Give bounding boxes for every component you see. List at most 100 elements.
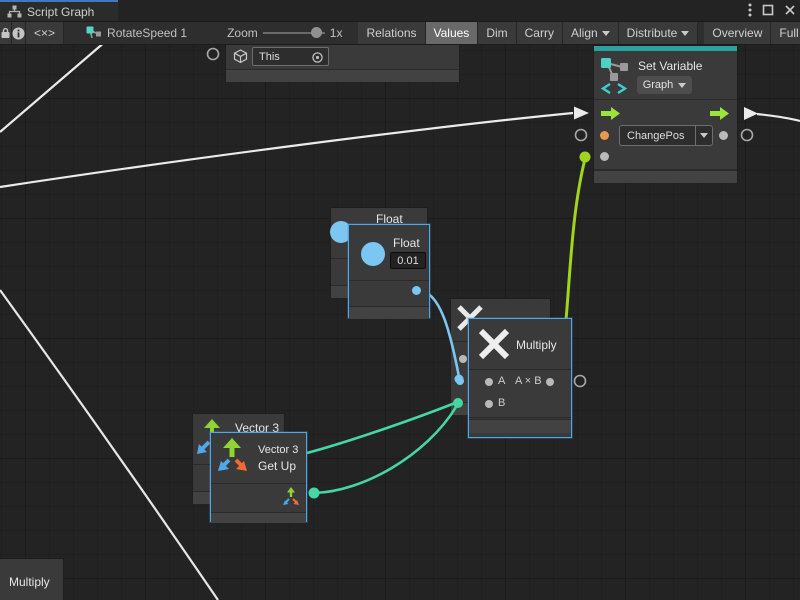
toolbar-button-dim[interactable]: Dim [478,22,516,44]
close-icon[interactable] [784,4,796,16]
node-title: Set Variable [638,59,702,73]
node-footer [211,512,306,523]
control-input-arrow[interactable] [601,107,621,120]
float-icon [361,242,385,266]
this-object-field[interactable]: This [252,47,329,66]
connection-lime-endpoint [580,152,591,163]
node-set-variable[interactable]: Set Variable Graph ChangePos [593,45,738,183]
button-label: Full Screen [779,26,800,40]
chevron-down-icon [602,31,610,36]
node-title: Multiply [9,575,50,589]
port-a-label: A [498,375,505,387]
separator [469,417,571,418]
node-footer [469,419,571,433]
menu-icon[interactable] [748,3,752,17]
node-float[interactable]: Float 0.01 [348,224,430,318]
variable-name-dropdown[interactable] [695,125,713,146]
variable-scope-dropdown[interactable]: Graph [637,76,692,94]
coupler-label: <×> [34,26,55,40]
zoom-control: Zoom 1x [221,22,348,44]
float-value: 0.01 [397,255,418,267]
chevron-down-icon [700,133,708,138]
connection-white-topleft [0,41,106,132]
graph-breadcrumb[interactable]: RotateSpeed 1 [80,22,193,44]
set-variable-icon [600,57,632,95]
lock-button[interactable] [0,22,12,44]
graph-toolbar: <×> RotateSpeed 1 Zoom 1x Relations Valu… [0,22,800,45]
float-value-field[interactable]: 0.01 [390,252,426,269]
graph-canvas[interactable]: Float Vector 3 [0,0,800,600]
tab-script-graph[interactable]: Script Graph [0,0,118,21]
separator [469,369,571,370]
node-vector3-get-up[interactable]: Vector 3 Get Up [210,432,307,522]
port-input-a[interactable] [459,355,467,363]
info-button[interactable] [12,22,26,44]
vector3-output-icon[interactable] [281,486,301,506]
toolbar-button-carry[interactable]: Carry [517,22,563,44]
maximize-icon[interactable] [762,4,774,16]
node-title: Vector 3 [258,444,298,456]
coupler-button[interactable]: <×> [26,22,64,44]
zoom-slider[interactable] [263,32,325,34]
object-picker-icon[interactable] [311,51,324,64]
port-b[interactable] [485,400,493,408]
node-footer [226,69,459,82]
chevron-down-icon [681,31,689,36]
port-a[interactable] [485,378,493,386]
toolbar-button-full-screen[interactable]: Full Screen [771,22,800,44]
separator [594,99,737,100]
chevron-down-icon [678,83,686,88]
output-label: A × B [515,375,542,387]
node-multiply[interactable]: Multiply A A × B B [468,318,572,438]
toolbar-button-overview[interactable]: Overview [704,22,771,44]
node-multiply-fragment[interactable]: Multiply [0,558,64,600]
node-footer [594,170,737,183]
toolbar-button-distribute[interactable]: Distribute [619,22,699,44]
variable-name-field[interactable]: ChangePos [619,125,696,146]
cube-icon [233,49,248,64]
button-label: Values [434,26,470,40]
script-graph-asset-icon [86,26,102,40]
port-outline-multiply-out[interactable] [575,376,586,387]
port-outline-setvariable-right[interactable] [742,130,753,141]
multiply-x-icon [477,327,511,361]
separator [211,483,306,484]
port-input-value[interactable] [600,152,609,161]
variable-accent-stripe [594,46,737,51]
toolbar-button-align[interactable]: Align [563,22,619,44]
tab-label: Script Graph [27,5,94,19]
zoom-value: 1x [330,26,343,40]
node-title: Multiply [516,338,557,352]
port-float-output[interactable] [412,286,421,295]
node-this[interactable]: This [225,44,460,82]
port-variable-name[interactable] [600,131,609,140]
toolbar-button-values[interactable]: Values [426,22,479,44]
button-label: Distribute [627,26,678,40]
control-output-arrow[interactable] [710,107,730,120]
graph-ref-label: RotateSpeed 1 [107,26,187,40]
arrowhead-into-setvariable [574,107,589,120]
zoom-slider-handle[interactable] [311,27,322,38]
port-input-b-connected[interactable] [456,377,464,385]
separator [349,280,429,281]
port-outline-setvariable-left[interactable] [576,130,587,141]
connection-teal-upper [307,403,455,453]
info-icon [12,27,25,40]
node-subtitle: Get Up [258,459,296,473]
button-label: Carry [525,26,554,40]
port-output-value[interactable] [719,131,728,140]
vector3-icon [215,437,255,477]
graph-hierarchy-icon [7,5,22,18]
connection-teal-lower [314,407,456,493]
port-result[interactable] [546,378,554,386]
connection-white-bottomleft [0,290,218,600]
scope-label: Graph [643,79,674,91]
toolbar-button-relations[interactable]: Relations [358,22,425,44]
node-footer [349,306,429,319]
button-label: Align [571,26,598,40]
node-title: Float [393,236,420,250]
arrowhead-out-setvariable [744,107,758,120]
button-label: Relations [366,26,416,40]
port-outline-this[interactable] [208,49,219,60]
connection-teal-start-bubble [309,488,320,499]
